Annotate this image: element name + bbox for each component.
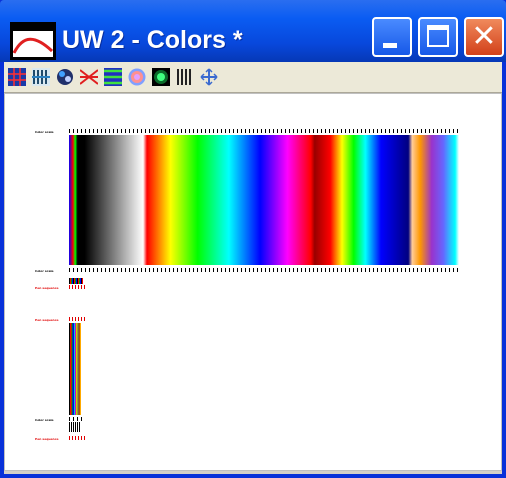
status-bar [4, 471, 502, 474]
bottom-tick-axis [69, 268, 459, 272]
close-icon: ✕ [471, 19, 497, 54]
pen-sequence-label-3: Pen sequence [35, 437, 59, 441]
color-scale-lower-label: Color scale [35, 418, 54, 422]
pen-sequence-label-2: Pen sequence [35, 318, 59, 322]
pen-sequence-ticks-3 [69, 436, 85, 440]
color-scale-bottom-label: Color scale [35, 269, 54, 273]
palette-tool-icon[interactable] [56, 68, 74, 86]
color-scale-strip [69, 135, 459, 265]
maximize-button[interactable] [418, 17, 458, 57]
app-icon-graph [12, 31, 54, 57]
title-bar[interactable]: UW 2 - Colors * ✕ [0, 0, 506, 62]
bars-tool-icon[interactable] [176, 68, 194, 86]
close-button[interactable]: ✕ [464, 17, 504, 57]
ring-tool-icon[interactable] [152, 68, 170, 86]
minimize-icon [383, 43, 397, 48]
ray-tool-icon[interactable] [80, 68, 98, 86]
top-tick-axis [69, 129, 459, 133]
pen-sequence-swatch-1 [69, 278, 83, 284]
app-icon[interactable] [10, 22, 56, 60]
pen-sequence-strip [69, 323, 81, 415]
grid-tool-icon[interactable] [8, 68, 26, 86]
minimize-button[interactable] [372, 17, 412, 57]
plot-canvas[interactable]: Color scale Color scale Pen sequence Pen… [4, 93, 502, 471]
window-title: UW 2 - Colors * [62, 26, 243, 54]
filter-tool-icon[interactable] [32, 68, 50, 86]
waves-tool-icon[interactable] [104, 68, 122, 86]
lower-tick-axis [69, 417, 85, 421]
target-tool-icon[interactable] [128, 68, 146, 86]
color-scale-top-label: Color scale [35, 130, 54, 134]
lower-swatch [69, 422, 81, 432]
app-window: UW 2 - Colors * ✕ Color scale Color scal… [0, 0, 506, 478]
pen-sequence-ticks-1 [69, 285, 85, 289]
move-tool-icon[interactable] [200, 68, 218, 86]
pen-sequence-label-1: Pen sequence [35, 286, 59, 290]
pen-sequence-ticks-2 [69, 317, 85, 321]
maximize-icon [427, 25, 449, 47]
curve-icon [12, 37, 54, 54]
toolbar [4, 62, 502, 93]
